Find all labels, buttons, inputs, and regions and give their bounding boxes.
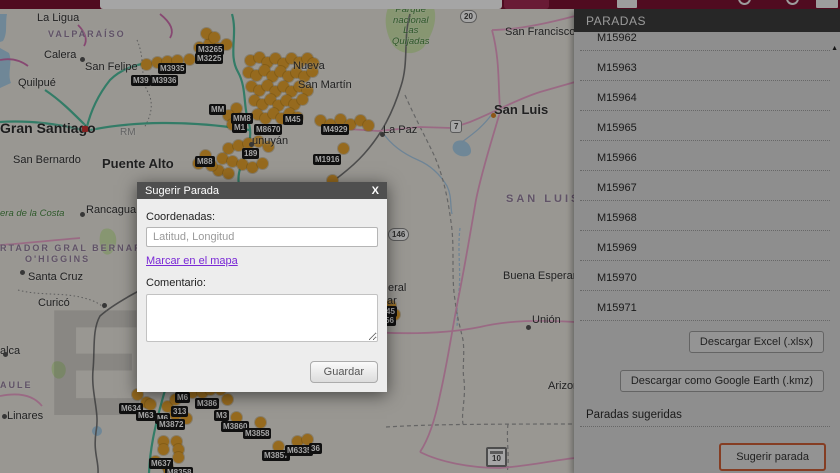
- comment-textarea[interactable]: [146, 294, 378, 342]
- suggest-stop-modal: Sugerir Parada X Coordenadas: Marcar en …: [137, 182, 387, 392]
- comment-label: Comentario:: [146, 277, 378, 289]
- modal-backdrop[interactable]: [0, 0, 840, 473]
- modal-footer: Guardar: [146, 361, 378, 383]
- modal-header: Sugerir Parada X: [137, 182, 387, 199]
- modal-title: Sugerir Parada: [145, 185, 219, 199]
- close-icon[interactable]: X: [372, 185, 379, 199]
- modal-body: Coordenadas: Marcar en el mapa Comentari…: [137, 199, 387, 392]
- save-button[interactable]: Guardar: [310, 361, 378, 383]
- coordinates-label: Coordenadas:: [146, 211, 378, 223]
- coordinates-input[interactable]: [146, 227, 378, 247]
- mark-on-map-link[interactable]: Marcar en el mapa: [146, 255, 238, 267]
